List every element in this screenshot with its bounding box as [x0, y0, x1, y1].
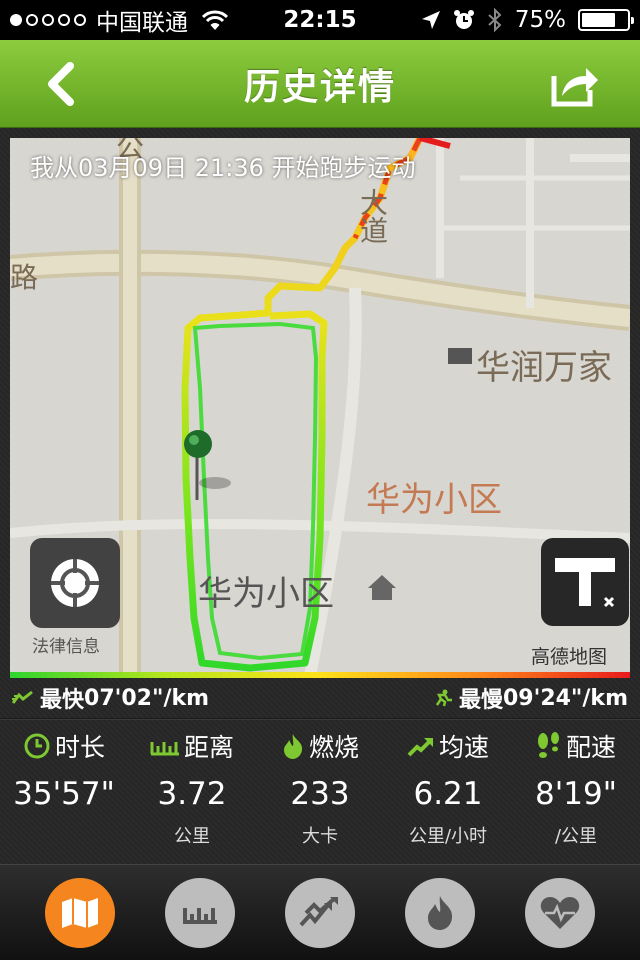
stat-value: 35'57": [13, 776, 115, 812]
locate-button[interactable]: [30, 538, 120, 628]
battery-percent: 75%: [514, 7, 566, 33]
stat-label: 均速: [438, 733, 489, 762]
stat-value: 6.21: [413, 776, 483, 812]
fast-runner-icon: [12, 690, 33, 704]
stat-unit: 公里: [174, 826, 210, 847]
fastest-pace: 最快 07'02"/km: [12, 682, 209, 714]
tab-calories[interactable]: [405, 877, 475, 948]
status-bar: 中国联通 22:15 75%: [0, 0, 640, 40]
tab-heart-rate[interactable]: [525, 877, 595, 948]
trend-icon: [407, 738, 433, 757]
map-label-road: 大道: [356, 188, 389, 244]
signal-strength-icon: [10, 14, 86, 26]
location-arrow-icon: [421, 11, 440, 29]
slowest-pace: 最慢 09'24"/km: [431, 682, 628, 714]
back-button[interactable]: [38, 58, 88, 110]
fastest-pace-label: 最快: [40, 688, 85, 713]
ruler-icon: [183, 907, 217, 924]
map-style-icon: [555, 558, 615, 608]
route-map[interactable]: 路 公 大道 华润万家 华为小区 华为小区 我从03月09日 21:36 开始跑…: [10, 138, 630, 676]
footprints-icon: [537, 732, 559, 758]
map-label-huarun: 华润万家: [476, 348, 612, 388]
stat-label: 时长: [54, 733, 105, 762]
map-label-huawei-district: 华为小区: [366, 480, 502, 520]
flame-icon: [283, 734, 303, 759]
stat-label: 配速: [565, 733, 616, 762]
share-button[interactable]: [550, 60, 602, 108]
alarm-icon: [453, 10, 474, 29]
map-provider-logo: 高德地图: [531, 646, 608, 668]
page-title: 历史详情: [243, 66, 396, 108]
stat-pace: 配速 8'19" /公里: [512, 720, 640, 860]
stat-value: 3.72: [157, 776, 227, 812]
tab-speed[interactable]: [285, 877, 355, 948]
heart-rate-icon: [540, 896, 580, 929]
bluetooth-icon: [488, 8, 502, 32]
slowest-pace-value: 09'24"/km: [502, 685, 628, 711]
fastest-pace-value: 07'02"/km: [84, 685, 210, 711]
flame-icon: [428, 895, 453, 930]
tab-bar: [0, 864, 640, 960]
stats-grid: 时长 35'57" 距离 3.72 公里 燃烧 233 大卡 均速 6.21 公…: [0, 720, 640, 860]
stat-distance: 距离 3.72 公里: [128, 720, 256, 860]
tab-map[interactable]: [45, 877, 115, 948]
stat-calories: 燃烧 233 大卡: [256, 720, 384, 860]
speed-chart-icon: [299, 896, 338, 926]
crosshair-icon: [51, 559, 99, 607]
wifi-icon: [202, 10, 228, 30]
tab-distance[interactable]: [165, 877, 235, 948]
legal-info-link[interactable]: 法律信息: [32, 632, 100, 657]
map-type-button[interactable]: [541, 538, 629, 626]
stat-unit: 大卡: [302, 826, 338, 847]
map-label-huawei-district-2: 华为小区: [198, 574, 334, 614]
stat-label: 距离: [183, 733, 234, 762]
start-time-info: 我从03月09日 21:36 开始跑步运动: [30, 154, 416, 182]
map-icon: [62, 897, 98, 928]
slowest-pace-label: 最慢: [458, 688, 503, 713]
battery-icon: [578, 9, 634, 31]
ruler-icon: [150, 742, 179, 756]
slow-runner-icon: [435, 689, 452, 707]
stat-avg-speed: 均速 6.21 公里/小时: [384, 720, 512, 860]
pace-summary: 最快 07'02"/km 最慢 09'24"/km: [0, 678, 640, 718]
clock-icon: [24, 733, 50, 759]
stat-value: 8'19": [535, 776, 617, 812]
carrier-name: 中国联通: [96, 10, 188, 36]
stat-unit: /公里: [554, 826, 598, 847]
map-label-road-left: 路: [10, 261, 39, 294]
nav-bar: 历史详情: [0, 40, 640, 128]
stat-label: 燃烧: [308, 733, 359, 762]
stat-duration: 时长 35'57": [0, 720, 128, 860]
stat-unit: 公里/小时: [408, 826, 488, 847]
stat-value: 233: [290, 776, 350, 812]
